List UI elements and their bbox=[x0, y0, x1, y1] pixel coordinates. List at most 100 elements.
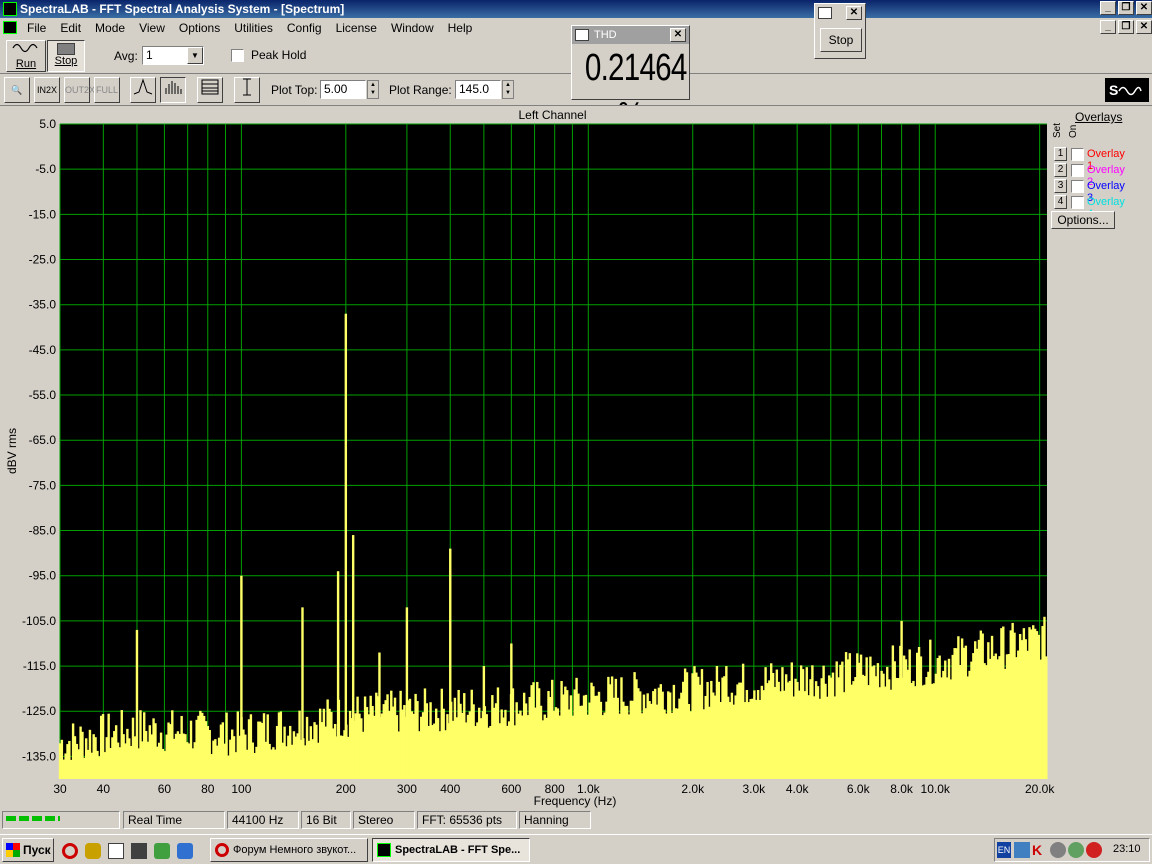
x-tick-label: 10.0k bbox=[921, 782, 951, 796]
browser-icon[interactable] bbox=[177, 843, 193, 859]
menu-edit[interactable]: Edit bbox=[53, 21, 88, 35]
mini-close-button[interactable]: ✕ bbox=[846, 6, 862, 20]
child-restore-button[interactable]: ❐ bbox=[1118, 20, 1134, 34]
opera-task-icon bbox=[215, 843, 229, 857]
media-icon[interactable] bbox=[131, 843, 147, 859]
zoom-out-2x-icon[interactable]: OUT2X bbox=[64, 77, 95, 103]
menu-config[interactable]: Config bbox=[280, 21, 329, 35]
taskbar-item-spectralab[interactable]: SpectraLAB - FFT Spe... bbox=[372, 838, 530, 862]
chevron-down-icon[interactable]: ▼ bbox=[187, 47, 203, 64]
clock: 23:10 bbox=[1113, 843, 1141, 855]
x-tick-label: 100 bbox=[231, 782, 251, 796]
overlay-set-button-3[interactable]: 3 bbox=[1054, 179, 1067, 193]
x-tick-label: 6.0k bbox=[847, 782, 871, 796]
zoom-icon[interactable]: 🔍 bbox=[4, 77, 30, 103]
antivirus-icon[interactable]: K bbox=[1032, 842, 1048, 858]
menu-license[interactable]: License bbox=[329, 21, 384, 35]
spectrum-peak bbox=[135, 629, 139, 779]
spectrum-bar bbox=[1045, 656, 1048, 779]
mini-stop-button[interactable]: Stop bbox=[820, 28, 862, 52]
avg-select[interactable]: 1 ▼ bbox=[142, 46, 204, 65]
mini-title-bar: ✕ bbox=[815, 4, 865, 22]
status-fft: FFT: 65536 pts bbox=[417, 811, 517, 829]
x-tick-label: 8.0k bbox=[890, 782, 914, 796]
notepad-icon[interactable] bbox=[108, 843, 124, 859]
overlay-set-button-2[interactable]: 2 bbox=[1054, 163, 1067, 177]
language-indicator[interactable]: EN bbox=[997, 842, 1011, 858]
stop-label: Stop bbox=[54, 55, 78, 67]
taskbar-item-forum[interactable]: Форум Немного звукот... bbox=[210, 838, 368, 862]
title-bar: SpectraLAB - FFT Spectral Analysis Syste… bbox=[0, 0, 1152, 18]
x-tick-label: 400 bbox=[440, 782, 460, 796]
status-bits: 16 Bit bbox=[301, 811, 351, 829]
overlay-checkbox-2[interactable] bbox=[1071, 164, 1084, 177]
zoom-full-icon[interactable]: FULL bbox=[94, 77, 120, 103]
status-mode: Real Time bbox=[123, 811, 225, 829]
run-button[interactable]: Run bbox=[6, 40, 46, 72]
task2-label: SpectraLAB - FFT Spe... bbox=[395, 844, 521, 856]
overlay-checkbox-4[interactable] bbox=[1071, 196, 1084, 209]
window-controls: _ ❐ ✕ bbox=[1100, 1, 1152, 15]
plot-top-input[interactable]: 5.00 bbox=[320, 80, 366, 99]
set-column-label: Set bbox=[1052, 122, 1063, 138]
overlay-set-button-1[interactable]: 1 bbox=[1054, 147, 1067, 161]
folder-icon[interactable] bbox=[85, 843, 101, 859]
network-icon[interactable] bbox=[1014, 842, 1030, 858]
menu-utilities[interactable]: Utilities bbox=[227, 21, 280, 35]
window-title: SpectraLAB - FFT Spectral Analysis Syste… bbox=[20, 2, 345, 16]
y-tick-label: -15.0 bbox=[29, 207, 57, 221]
spectrum-peak bbox=[900, 620, 903, 779]
music-icon[interactable] bbox=[154, 843, 170, 859]
signal-generator-icon[interactable]: S bbox=[1105, 78, 1149, 102]
plot-top-spinner[interactable]: ▲ ▼ bbox=[367, 80, 379, 99]
child-window-controls: _ ❐ ✕ bbox=[1100, 20, 1152, 34]
menu-options[interactable]: Options bbox=[172, 21, 227, 35]
minimize-button[interactable]: _ bbox=[1100, 1, 1116, 15]
overlay-options-button[interactable]: Options... bbox=[1051, 211, 1115, 229]
menu-file[interactable]: File bbox=[20, 21, 53, 35]
zoom-in-2x-icon[interactable]: IN2X bbox=[34, 77, 60, 103]
tray-app-icon[interactable] bbox=[1050, 842, 1066, 858]
spectrum-chart[interactable]: 5.0 -5.0 -15.0 -25.0 -35.0 -45.0 -55.0 -65.0 -75… bbox=[0, 106, 1105, 810]
menu-mode[interactable]: Mode bbox=[88, 21, 132, 35]
line-mode-icon[interactable] bbox=[130, 77, 156, 103]
overlay-checkbox-1[interactable] bbox=[1071, 148, 1084, 161]
power-icon[interactable] bbox=[1086, 842, 1102, 858]
child-minimize-button[interactable]: _ bbox=[1100, 20, 1116, 34]
bar-mode-icon[interactable] bbox=[160, 77, 186, 103]
mini-app-icon bbox=[818, 7, 832, 19]
thd-close-button[interactable]: ✕ bbox=[670, 28, 686, 42]
spectrum-peak bbox=[240, 575, 243, 779]
spectrum-peak bbox=[378, 652, 381, 779]
tray-tool-icon[interactable] bbox=[1068, 842, 1084, 858]
avg-label: Avg: bbox=[114, 49, 138, 63]
opera-icon[interactable] bbox=[62, 843, 78, 859]
close-button[interactable]: ✕ bbox=[1136, 1, 1152, 15]
menu-help[interactable]: Help bbox=[441, 21, 480, 35]
overlay-checkbox-3[interactable] bbox=[1071, 180, 1084, 193]
cursor-icon[interactable] bbox=[234, 77, 260, 103]
menu-window[interactable]: Window bbox=[384, 21, 441, 35]
start-button[interactable]: Пуск bbox=[2, 838, 54, 862]
y-tick-label: -135.0 bbox=[22, 749, 56, 763]
y-tick-label: -125.0 bbox=[22, 704, 56, 718]
plot-range-spinner[interactable]: ▲ ▼ bbox=[502, 80, 514, 99]
menu-view[interactable]: View bbox=[132, 21, 172, 35]
y-tick-label: -45.0 bbox=[29, 343, 57, 357]
overlay-set-button-4[interactable]: 4 bbox=[1054, 195, 1067, 209]
table-icon[interactable] bbox=[197, 77, 223, 103]
spectrum-peak bbox=[351, 535, 355, 779]
plot-range-label: Plot Range: bbox=[389, 83, 452, 97]
x-tick-label: 200 bbox=[336, 782, 356, 796]
y-tick-label: -95.0 bbox=[29, 569, 57, 583]
app-icon bbox=[3, 2, 17, 16]
stop-button[interactable]: Stop bbox=[47, 40, 85, 72]
document-icon[interactable] bbox=[3, 21, 17, 34]
plot-range-input[interactable]: 145.0 bbox=[455, 80, 501, 99]
x-tick-label: 3.0k bbox=[742, 782, 766, 796]
peak-hold-checkbox[interactable] bbox=[231, 49, 244, 62]
plot-toolbar: 🔍 IN2X OUT2X FULL Plot Top: 5.00 ▲ ▼ Plot… bbox=[0, 74, 1152, 106]
thd-app-icon bbox=[575, 29, 589, 41]
restore-button[interactable]: ❐ bbox=[1118, 1, 1134, 15]
child-close-button[interactable]: ✕ bbox=[1136, 20, 1152, 34]
